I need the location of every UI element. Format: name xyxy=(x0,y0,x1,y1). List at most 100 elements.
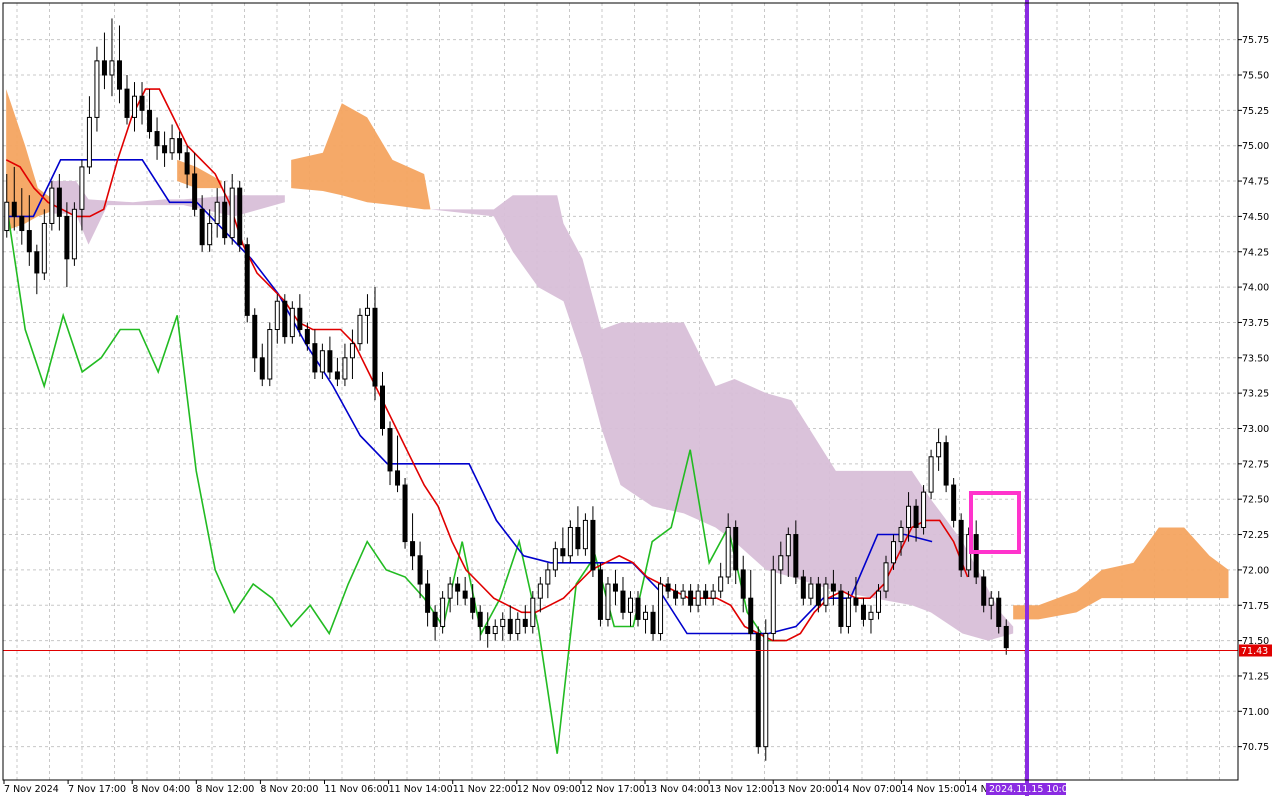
candle-body-bull xyxy=(94,60,100,118)
candle xyxy=(162,131,168,167)
candle-body-bull xyxy=(364,307,370,316)
candle xyxy=(688,584,694,613)
candle xyxy=(582,513,588,556)
candle-body-bull xyxy=(883,562,889,592)
candle-body-bear xyxy=(981,576,987,606)
candle xyxy=(943,435,949,493)
candle-body-bull xyxy=(770,569,776,635)
candle-body-bear xyxy=(116,60,122,90)
candle-body-bull xyxy=(928,456,934,493)
price-tick-label: 72.75 xyxy=(1242,459,1269,470)
candle-body-bear xyxy=(192,173,198,210)
candle-body-bear xyxy=(590,519,596,571)
candle-body-bear xyxy=(387,428,393,472)
candle-body-bear xyxy=(56,187,62,217)
candle-body-bull xyxy=(132,95,138,118)
candle-body-bear xyxy=(19,215,25,232)
candle-body-bear xyxy=(237,187,243,246)
kumo-bear-segment xyxy=(50,181,285,245)
candle-body-bull xyxy=(605,583,611,620)
candle-body-bear xyxy=(703,590,709,599)
time-tick-label: 11 Nov 14:00 xyxy=(389,784,453,795)
candle-body-bear xyxy=(612,583,618,592)
price-tick-label: 72.00 xyxy=(1242,565,1269,576)
candle-body-bull xyxy=(875,590,881,613)
price-tick-label: 75.75 xyxy=(1242,35,1269,46)
candle xyxy=(259,343,265,387)
price-tick-label: 73.00 xyxy=(1242,424,1269,435)
candle xyxy=(643,605,649,634)
candle xyxy=(936,428,942,471)
candle xyxy=(522,605,528,634)
candle xyxy=(763,619,769,761)
candle-body-bear xyxy=(793,534,799,578)
candle-body-bear xyxy=(943,442,949,486)
candle xyxy=(244,237,250,323)
candle xyxy=(94,46,100,132)
time-tick-label: 8 Nov 20:00 xyxy=(260,784,318,795)
price-tick-label: 74.00 xyxy=(1242,283,1269,294)
candle xyxy=(733,520,739,585)
price-tick-label: 75.50 xyxy=(1242,71,1269,82)
candle-body-bear xyxy=(154,131,160,147)
candle xyxy=(627,591,633,627)
candle-body-bear xyxy=(312,343,318,373)
cursor-time-label: 2024.11.15 10:00 xyxy=(989,784,1074,795)
candle xyxy=(139,82,145,125)
candle xyxy=(748,569,754,641)
candle-body-bear xyxy=(410,541,416,557)
candle xyxy=(86,96,92,174)
candle xyxy=(214,188,220,238)
candle-body-bull xyxy=(552,548,558,571)
candle xyxy=(650,605,656,641)
candle xyxy=(207,209,213,252)
candle-body-bull xyxy=(891,541,897,564)
candle xyxy=(658,576,664,641)
candle xyxy=(237,181,243,252)
candle xyxy=(252,308,258,372)
candle-body-bull xyxy=(530,597,536,627)
candle xyxy=(41,209,47,281)
candle-body-bear xyxy=(620,590,626,613)
candle-body-bear xyxy=(470,597,476,613)
candle xyxy=(334,357,340,387)
candle xyxy=(868,605,874,634)
candle-body-bull xyxy=(921,491,927,528)
candle xyxy=(560,527,566,563)
candle-body-bear xyxy=(733,526,739,571)
candle xyxy=(695,584,701,613)
candle-body-bull xyxy=(658,583,664,635)
candle xyxy=(462,576,468,606)
candle-body-bear xyxy=(11,201,17,217)
price-tick-label: 71.25 xyxy=(1242,671,1269,682)
candle-body-bear xyxy=(853,597,859,606)
candle-body-bull xyxy=(643,611,649,620)
candle-body-bull xyxy=(778,555,784,571)
candle-body-bear xyxy=(673,590,679,599)
candle-body-bear xyxy=(417,555,423,585)
price-tick-label: 73.75 xyxy=(1242,318,1269,329)
candle-body-bear xyxy=(996,597,1002,627)
ichimoku-chart: 75.75 75.50 75.25 75.00 74.75 74.50 74.25 74.00… xyxy=(0,0,1280,800)
candle-body-bear xyxy=(147,109,153,133)
candle xyxy=(349,329,355,380)
candle-body-bull xyxy=(718,576,724,592)
candle-body-bull xyxy=(447,583,453,599)
candle xyxy=(169,124,175,160)
candle xyxy=(838,584,844,634)
candle-body-bull xyxy=(229,187,235,239)
candle-body-bull xyxy=(349,343,355,359)
candle-body-bear xyxy=(432,611,438,627)
time-tick-label: 13 Nov 20:00 xyxy=(773,784,837,795)
candle-body-bull xyxy=(274,300,280,331)
candle-body-bull xyxy=(207,222,213,246)
candle-body-bull xyxy=(4,201,10,232)
candle-body-bull xyxy=(214,201,220,224)
candle xyxy=(116,25,122,104)
candle-body-bear xyxy=(973,534,979,578)
candle-body-bull xyxy=(342,357,348,380)
candle-body-bear xyxy=(951,484,957,521)
candle xyxy=(455,576,461,606)
candle-body-bear xyxy=(139,95,145,111)
candle-body-bull xyxy=(319,350,325,373)
